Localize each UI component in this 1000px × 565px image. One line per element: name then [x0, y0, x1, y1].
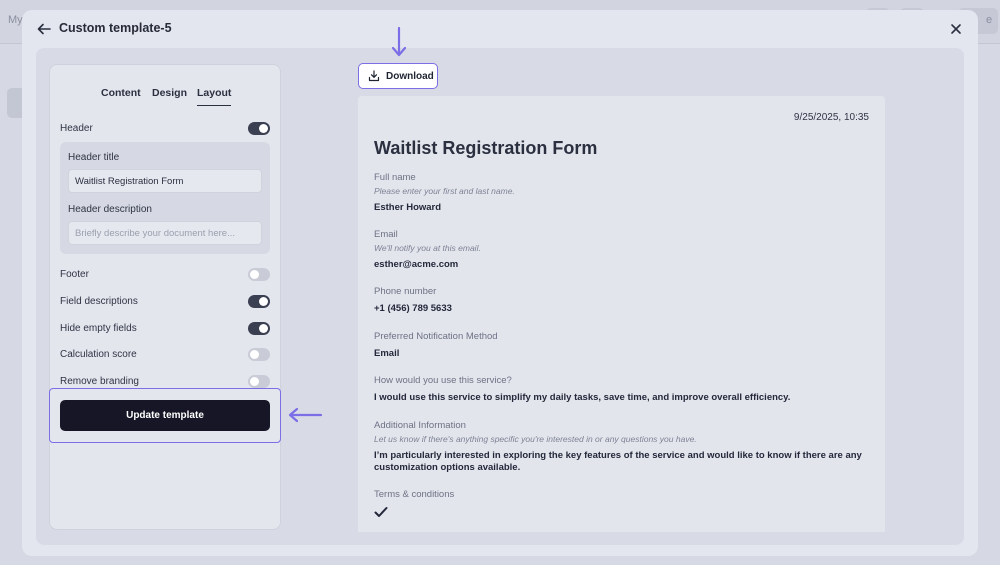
header-settings-box: Header title Waitlist Registration Form … [60, 142, 270, 254]
field-value: Esther Howard [374, 202, 442, 213]
checkmark-icon [374, 507, 388, 517]
background-button-label: e [986, 14, 993, 26]
background-title: My [8, 14, 23, 26]
field-label: Preferred Notification Method [374, 331, 498, 342]
close-icon[interactable] [948, 21, 964, 37]
tab-bar: Content Design Layout [50, 87, 280, 111]
document-title: Waitlist Registration Form [374, 138, 598, 158]
toggle-label: Calculation score [60, 349, 137, 360]
download-button[interactable]: Download [358, 63, 438, 89]
arrow-annotation-icon [288, 407, 323, 423]
toggle-knob [250, 270, 259, 279]
field-descriptions-toggle[interactable] [248, 295, 270, 308]
toggle-knob [259, 324, 268, 333]
toggle-knob [259, 297, 268, 306]
toggle-knob [250, 377, 259, 386]
toggle-label: Remove branding [60, 376, 139, 387]
hide-empty-fields-toggle[interactable] [248, 322, 270, 335]
field-label: Email [374, 229, 398, 240]
field-description: Please enter your first and last name. [374, 186, 515, 196]
settings-panel: Content Design Layout Header Header titl… [49, 64, 281, 530]
toggle-label: Field descriptions [60, 296, 138, 307]
tab-layout[interactable]: Layout [197, 87, 232, 106]
remove-branding-toggle[interactable] [248, 375, 270, 388]
field-value: +1 (456) 789 5633 [374, 303, 452, 314]
field-descriptions-toggle-row: Field descriptions [60, 295, 270, 311]
modal-title: Custom template-5 [59, 21, 172, 35]
field-value: Email [374, 348, 400, 359]
footer-toggle[interactable] [248, 268, 270, 281]
toggle-label: Hide empty fields [60, 323, 137, 334]
download-icon [368, 70, 380, 82]
toggle-knob [259, 124, 268, 133]
field-label: Terms & conditions [374, 489, 455, 500]
header-description-input[interactable]: Briefly describe your document here... [68, 221, 262, 245]
calculation-score-toggle[interactable] [248, 348, 270, 361]
calculation-score-toggle-row: Calculation score [60, 348, 270, 364]
hide-empty-fields-toggle-row: Hide empty fields [60, 322, 270, 338]
tab-design[interactable]: Design [152, 87, 187, 105]
field-value: I’m particularly interested in exploring… [374, 450, 862, 473]
arrow-left-icon[interactable] [36, 21, 52, 37]
tab-content[interactable]: Content [101, 87, 141, 105]
toggle-label: Footer [60, 269, 89, 280]
toggle-knob [250, 350, 259, 359]
update-template-button[interactable]: Update template [60, 400, 270, 431]
header-title-input[interactable]: Waitlist Registration Form [68, 169, 262, 193]
header-title-label: Header title [68, 152, 120, 163]
field-label: Full name [374, 172, 416, 183]
toggle-label: Header [60, 123, 93, 134]
header-toggle-row: Header [60, 122, 270, 138]
header-description-label: Header description [68, 204, 152, 215]
document-date: 9/25/2025, 10:35 [793, 112, 869, 123]
header-toggle[interactable] [248, 122, 270, 135]
field-label: How would you use this service? [374, 375, 512, 386]
field-description: We'll notify you at this email. [374, 243, 481, 253]
document-preview: 9/25/2025, 10:35 Waitlist Registration F… [358, 96, 885, 532]
field-description: Let us know if there's anything specific… [374, 434, 697, 444]
field-value: esther@acme.com [374, 259, 459, 270]
field-value: I would use this service to simplify my … [374, 392, 791, 403]
modal-header: Custom template-5 [22, 10, 978, 48]
download-label: Download [386, 71, 434, 82]
field-label: Phone number [374, 286, 437, 297]
footer-toggle-row: Footer [60, 268, 270, 284]
arrow-annotation-icon [391, 26, 407, 57]
field-label: Additional Information [374, 420, 466, 431]
